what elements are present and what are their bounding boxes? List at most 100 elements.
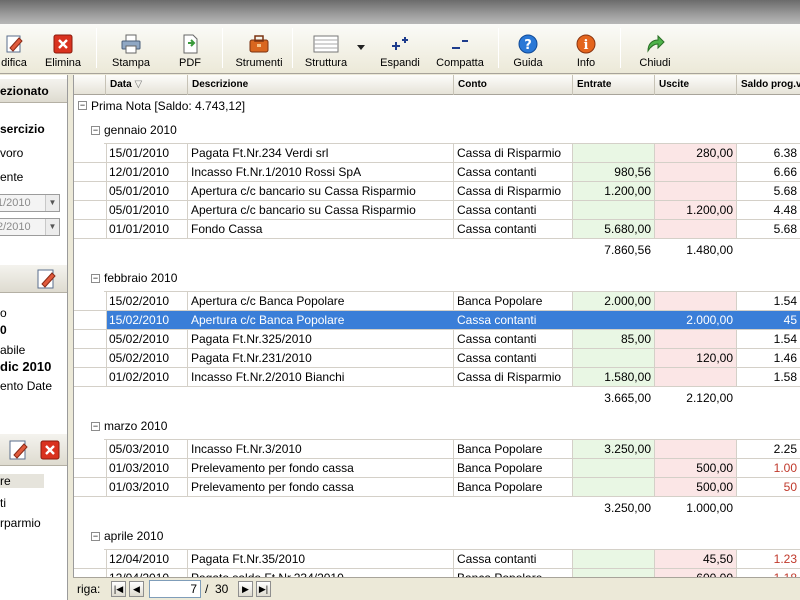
stampa-label: Stampa: [112, 57, 150, 69]
cell-conto: Cassa contanti: [454, 330, 573, 348]
cell-conto: Cassa contanti: [454, 163, 573, 181]
cell-data: 05/02/2010: [106, 349, 188, 367]
table-row[interactable]: 01/01/2010 Fondo Cassa Cassa contanti 5.680…: [74, 220, 800, 239]
table-row[interactable]: 12/04/2010Pagato saldo Ft.Nr.234/2010Ban…: [74, 569, 800, 577]
table-row[interactable]: 01/03/2010 Prelevamento per fondo cassa Ba…: [74, 478, 800, 497]
elimina-button[interactable]: Elimina: [42, 27, 84, 71]
cell-desc: Incasso Ft.Nr.2/2010 Bianchi: [188, 368, 454, 386]
column-header-saldo[interactable]: Saldo prog.v: [737, 75, 800, 95]
pdf-button[interactable]: PDF: [170, 27, 210, 71]
periodo-option-2[interactable]: ente: [0, 170, 23, 184]
row-separator: /: [205, 582, 209, 596]
collapse-toggle-icon[interactable]: −: [91, 126, 100, 135]
chevron-down-icon: ▼: [45, 219, 59, 235]
cell-desc: Pagata Ft.Nr.35/2010: [188, 550, 454, 568]
table-row[interactable]: 05/02/2010 Pagata Ft.Nr.325/2010 Cassa con…: [74, 330, 800, 349]
sidebar-section-header: [0, 434, 67, 466]
table-row[interactable]: 12/01/2010 Incasso Ft.Nr.1/2010 Rossi SpA…: [74, 163, 800, 182]
cell-conto: Banca Popolare: [454, 569, 573, 577]
collapse-toggle-icon[interactable]: −: [91, 422, 100, 431]
next-page-icon[interactable]: ▶: [238, 581, 253, 597]
table-row[interactable]: 12/04/2010 Pagata Ft.Nr.35/2010 Cassa cont…: [74, 550, 800, 569]
column-header-conto[interactable]: Conto: [454, 75, 573, 95]
stampa-button[interactable]: Stampa: [108, 27, 154, 71]
struttura-button[interactable]: Struttura: [300, 27, 352, 71]
cell-uscite: [655, 368, 737, 386]
table-row[interactable]: 05/01/2010 Apertura c/c bancario su Cassa…: [74, 201, 800, 220]
edit-icon[interactable]: [8, 439, 30, 465]
cell-entrate: [573, 349, 655, 367]
cell-entrate: 85,00: [573, 330, 655, 348]
cell-entrate: 2.000,00: [573, 292, 655, 310]
cell-saldo: 4.48: [737, 201, 800, 219]
account-list-item-1[interactable]: re: [0, 474, 44, 488]
date-to-select[interactable]: 2/2010 ▼: [0, 218, 60, 236]
edit-icon[interactable]: [36, 268, 58, 292]
collapse-toggle-icon[interactable]: −: [91, 274, 100, 283]
total-uscite: 2.120,00: [686, 391, 733, 405]
cell-uscite: [655, 182, 737, 200]
cell-desc: Pagata Ft.Nr.234 Verdi srl: [188, 144, 454, 162]
column-header-data[interactable]: Data ▽: [106, 75, 188, 95]
cell-uscite: 280,00: [655, 144, 737, 162]
table-row[interactable]: 15/02/2010 Apertura c/c Banca Popolare Cas…: [74, 311, 800, 330]
cell-uscite: 120,00: [655, 349, 737, 367]
guida-button[interactable]: ? Guida: [506, 27, 550, 71]
chevron-down-icon: ▼: [45, 195, 59, 211]
info-label: Info: [576, 57, 596, 69]
account-list-item-3[interactable]: rparmio: [0, 516, 41, 530]
cell-entrate: [573, 478, 655, 496]
last-page-icon[interactable]: ▶|: [256, 581, 271, 597]
info-button[interactable]: i Info: [566, 27, 606, 71]
struttura-dropdown-arrow-icon[interactable]: [357, 42, 365, 50]
modifica-button[interactable]: difica: [0, 27, 34, 71]
cell-conto: Cassa contanti: [454, 550, 573, 568]
periodo-option-1[interactable]: voro: [0, 146, 23, 160]
cell-data: 01/01/2010: [106, 220, 188, 238]
sidebar-info-3: abile: [0, 343, 26, 357]
prev-page-icon[interactable]: ◀: [129, 581, 144, 597]
cell-entrate: [573, 201, 655, 219]
cell-saldo: 1.00: [737, 459, 800, 477]
total-uscite: 1.000,00: [686, 501, 733, 515]
cell-entrate: 3.250,00: [573, 440, 655, 458]
cell-desc: Apertura c/c Banca Popolare: [188, 311, 454, 329]
column-header-uscite[interactable]: Uscite: [655, 75, 737, 95]
struttura-label: Struttura: [304, 57, 348, 69]
strumenti-button[interactable]: Strumenti: [230, 27, 288, 71]
column-header-entrate[interactable]: Entrate: [573, 75, 655, 95]
account-list-item-2[interactable]: ti: [0, 496, 6, 510]
table-row[interactable]: 01/02/2010 Incasso Ft.Nr.2/2010 Bianchi Ca…: [74, 368, 800, 387]
cell-data: 05/03/2010: [106, 440, 188, 458]
collapse-toggle-icon[interactable]: −: [78, 101, 87, 110]
first-page-icon[interactable]: |◀: [111, 581, 126, 597]
table-row[interactable]: 05/03/2010 Incasso Ft.Nr.3/2010 Banca Popo…: [74, 440, 800, 459]
table-row[interactable]: 05/01/2010 Apertura c/c bancario su Cassa…: [74, 182, 800, 201]
delete-icon[interactable]: [40, 440, 60, 465]
espandi-button[interactable]: Espandi: [376, 27, 424, 71]
cell-data: 01/03/2010: [106, 478, 188, 496]
cell-saldo: 6.66: [737, 163, 800, 181]
column-header-data-label: Data: [110, 79, 132, 90]
table-row[interactable]: 15/02/2010 Apertura c/c Banca Popolare Ban…: [74, 292, 800, 311]
chiudi-button[interactable]: Chiudi: [632, 27, 678, 71]
cell-data: 15/02/2010: [106, 311, 188, 329]
sidebar-info-2: 0: [0, 323, 7, 337]
cell-data: 15/02/2010: [106, 292, 188, 310]
table-row[interactable]: 01/03/2010 Prelevamento per fondo cassa Ba…: [74, 459, 800, 478]
group-total-row: 3.250,00 1.000,00: [74, 498, 800, 518]
table-row[interactable]: 05/02/2010 Pagata Ft.Nr.231/2010 Cassa con…: [74, 349, 800, 368]
table-row[interactable]: 15/01/2010 Pagata Ft.Nr.234 Verdi srl Cass…: [74, 144, 800, 163]
collapse-toggle-icon[interactable]: −: [91, 532, 100, 541]
cell-desc: Pagata Ft.Nr.325/2010: [188, 330, 454, 348]
svg-text:?: ?: [524, 38, 532, 53]
group-total-row: 7.860,56 1.480,00: [74, 240, 800, 260]
column-header-descrizione[interactable]: Descrizione: [188, 75, 454, 95]
date-from-select[interactable]: 1/2010 ▼: [0, 194, 60, 212]
cell-saldo: 45: [737, 311, 800, 329]
current-row-input[interactable]: 7: [149, 580, 201, 598]
expand-icon: [390, 34, 410, 54]
cell-data: 12/04/2010: [106, 569, 188, 577]
compatta-button[interactable]: Compatta: [430, 27, 490, 71]
cell-desc: Apertura c/c bancario su Cassa Risparmio: [188, 182, 454, 200]
